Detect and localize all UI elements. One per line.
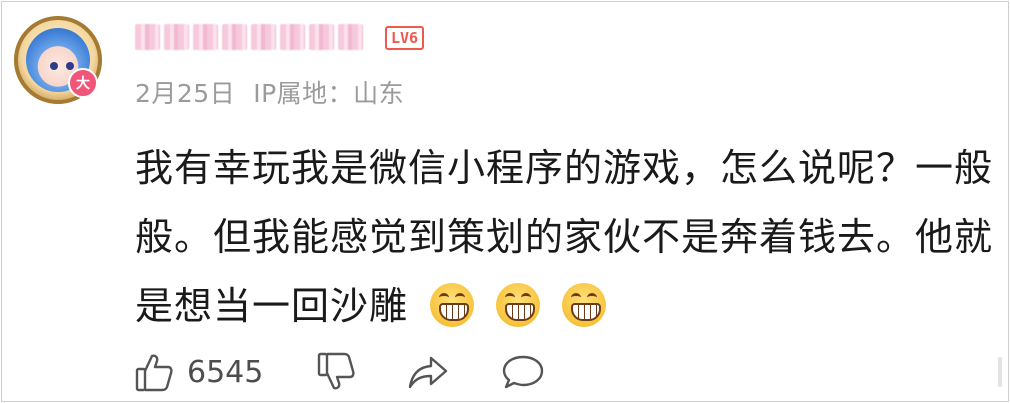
thumbs-up-icon — [135, 352, 173, 392]
comment-date: 2月25日 — [135, 79, 236, 108]
comment-text: 我有幸玩我是微信小程序的游戏，怎么说呢？一般 般。但我能感觉到策划的家伙不是奔着… — [135, 134, 1000, 341]
dislike-button[interactable] — [317, 352, 355, 392]
comment-line: 我有幸玩我是微信小程序的游戏，怎么说呢？一般 — [135, 146, 994, 190]
level-badge: LV6 — [385, 26, 425, 50]
comment-card: 大 LV6 2月25日 IP属地：山东 我有幸玩我是微信小程序的游戏，怎么说呢？一… — [1, 1, 1009, 402]
scrollbar[interactable] — [998, 357, 1002, 387]
like-button[interactable]: 6545 — [135, 352, 263, 392]
comment-meta: 2月25日 IP属地：山东 — [135, 74, 404, 110]
grin-emoji-icon — [496, 283, 541, 327]
username-redacted[interactable] — [135, 24, 363, 50]
avatar-eye — [66, 62, 74, 70]
thumbs-down-icon — [317, 352, 355, 392]
avatar-eye — [50, 62, 58, 70]
share-button[interactable] — [407, 352, 449, 392]
grin-emoji-icon — [562, 283, 607, 327]
comment-line: 是想当一回沙雕 — [135, 284, 409, 328]
share-icon — [407, 352, 449, 392]
reply-button[interactable] — [501, 352, 545, 392]
comment-line: 般。但我能感觉到策划的家伙不是奔着钱去。他就 — [135, 215, 994, 259]
comment-line-last: 是想当一回沙雕 — [135, 272, 1000, 341]
avatar[interactable]: 大 — [14, 16, 102, 104]
like-count: 6545 — [187, 354, 264, 390]
grin-emoji-icon — [430, 283, 475, 327]
avatar-badge: 大 — [68, 68, 98, 98]
comment-icon — [501, 352, 545, 392]
ip-location: IP属地：山东 — [253, 79, 405, 108]
